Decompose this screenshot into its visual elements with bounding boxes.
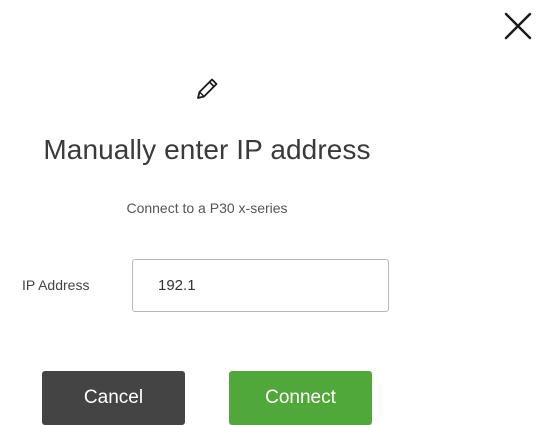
connect-button[interactable]: Connect: [229, 371, 372, 425]
cancel-button[interactable]: Cancel: [42, 371, 185, 425]
dialog-title: Manually enter IP address: [43, 134, 371, 165]
ip-address-input[interactable]: [132, 259, 389, 312]
close-icon: [504, 12, 532, 40]
ip-address-label: IP Address: [22, 277, 90, 293]
close-button[interactable]: [504, 12, 532, 40]
pencil-icon: [193, 75, 221, 103]
dialog-subtitle: Connect to a P30 x-series: [126, 200, 288, 216]
